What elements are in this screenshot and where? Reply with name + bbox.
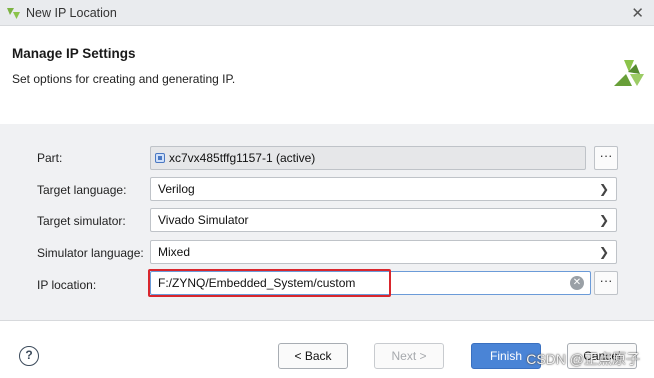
simulator-language-select[interactable]: Mixed ❯	[150, 240, 617, 264]
target-simulator-select[interactable]: Vivado Simulator ❯	[150, 208, 617, 232]
next-button[interactable]: Next >	[374, 343, 444, 369]
target-language-select[interactable]: Verilog ❯	[150, 177, 617, 201]
part-field: xc7vx485tffg1157-1 (active)	[150, 146, 586, 170]
window-title: New IP Location	[26, 6, 117, 20]
chevron-down-icon: ❯	[598, 213, 609, 227]
part-label: Part:	[37, 151, 63, 165]
simulator-language-label: Simulator language:	[37, 246, 144, 260]
ip-location-browse-button[interactable]: ···	[594, 271, 618, 295]
target-simulator-label: Target simulator:	[37, 214, 126, 228]
part-browse-button[interactable]: ···	[594, 146, 618, 170]
page-title: Manage IP Settings	[12, 46, 136, 61]
chip-icon	[155, 153, 165, 163]
ip-location-value: F:/ZYNQ/Embedded_System/custom	[158, 276, 356, 290]
help-icon[interactable]: ?	[19, 346, 39, 366]
finish-button[interactable]: Finish	[471, 343, 541, 369]
vivado-logo-icon	[614, 60, 644, 86]
cancel-button[interactable]: Cancel	[567, 343, 637, 369]
vivado-app-icon	[7, 8, 20, 19]
chevron-down-icon: ❯	[598, 245, 609, 259]
close-icon[interactable]: ✕	[631, 4, 644, 22]
target-language-value: Verilog	[158, 182, 195, 196]
chevron-down-icon: ❯	[598, 182, 609, 196]
dialog-header: Manage IP Settings Set options for creat…	[0, 26, 654, 124]
part-value: xc7vx485tffg1157-1 (active)	[169, 151, 316, 165]
title-bar: New IP Location ✕	[0, 0, 654, 26]
ip-location-label: IP location:	[37, 278, 97, 292]
clear-icon[interactable]: ✕	[570, 276, 584, 290]
ip-location-input[interactable]: F:/ZYNQ/Embedded_System/custom ✕	[150, 271, 591, 295]
page-subtitle: Set options for creating and generating …	[12, 72, 236, 86]
target-simulator-value: Vivado Simulator	[158, 213, 249, 227]
simulator-language-value: Mixed	[158, 245, 191, 259]
dialog-footer: ? < Back Next > Finish Cancel CSDN @正点原子	[0, 320, 654, 378]
back-button[interactable]: < Back	[278, 343, 348, 369]
target-language-label: Target language:	[37, 183, 127, 197]
